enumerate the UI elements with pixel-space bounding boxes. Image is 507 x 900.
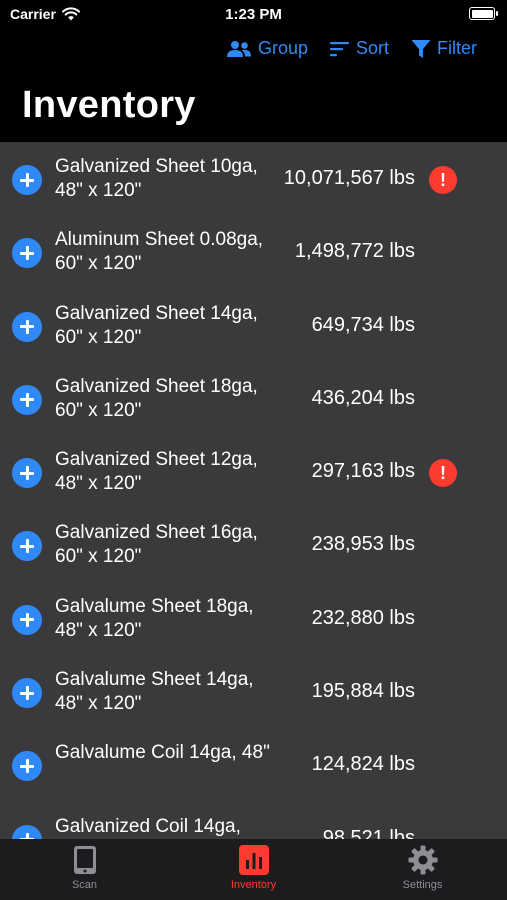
add-icon[interactable] [12,458,42,489]
filter-icon [411,39,431,58]
inventory-row[interactable]: Galvalume Sheet 18ga, 48" x 120" 232,880 … [0,582,507,655]
add-icon[interactable] [12,678,42,709]
bar-chart-icon [238,845,269,875]
tab-inventory-label: Inventory [230,879,277,891]
item-name: Aluminum Sheet 0.08ga, 60" x 120" [55,229,264,275]
inventory-row[interactable]: Galvanized Sheet 12ga, 48" x 120" 297,163… [0,435,507,508]
item-name: Galvanized Sheet 14ga, 60" x 120" [55,302,258,348]
tab-settings[interactable]: Settings [338,839,507,900]
item-name: Galvalume Coil 14ga, 48" [55,742,270,764]
add-icon[interactable] [12,311,42,342]
inventory-row[interactable]: Galvanized Sheet 18ga, 60" x 120" 436,204… [0,362,507,435]
inventory-list[interactable]: Galvanized Sheet 10ga, 48" x 120" 10,071,… [0,142,507,839]
status-bar: Carrier 1:23 PM [0,0,507,30]
item-quantity: 436,204 lbs [311,386,415,409]
nav-actions: Group Sort Filter [226,38,477,59]
add-icon[interactable] [12,751,42,782]
item-quantity: 10,071,567 lbs [283,167,415,189]
sort-icon [329,41,349,56]
item-name: Galvanized Sheet 10ga, 48" x 120" [55,156,258,201]
item-quantity: 297,163 lbs [311,460,415,483]
tab-bar: Scan Inventory Settings [0,839,507,900]
group-label: Group [257,38,308,58]
item-name: Galvanized Sheet 16ga, 60" x 120" [55,522,258,568]
item-name: Galvalume Sheet 18ga, 48" x 120" [55,595,254,641]
item-quantity: 98,521 lbs [322,826,415,839]
people-icon [226,40,251,57]
inventory-row[interactable]: Galvanized Sheet 14ga, 60" x 120" 649,734… [0,289,507,362]
alert-icon[interactable]: ! [429,166,457,194]
inventory-row[interactable]: Galvanized Sheet 10ga, 48" x 120" 10,071,… [0,142,507,215]
add-icon[interactable] [12,824,42,839]
status-time: 1:23 PM [225,6,282,23]
inventory-row[interactable]: Galvalume Sheet 14ga, 48" x 120" 195,884 … [0,655,507,728]
inventory-row[interactable]: Aluminum Sheet 0.08ga, 60" x 120" 1,498,7… [0,215,507,288]
page-title: Inventory [22,84,196,126]
item-quantity: 649,734 lbs [311,313,415,336]
item-quantity: 124,824 lbs [311,753,415,776]
tab-inventory[interactable]: Inventory [169,839,338,900]
battery-icon [469,7,498,20]
add-icon[interactable] [12,165,42,195]
item-quantity: 195,884 lbs [311,680,415,703]
filter-label: Filter [437,38,477,58]
item-quantity: 1,498,772 lbs [294,240,415,263]
add-icon[interactable] [12,531,42,562]
inventory-row[interactable]: Galvanized Coil 14ga, 98,521 lbs [0,802,507,839]
gear-icon [408,845,437,875]
inventory-row[interactable]: Galvalume Coil 14ga, 48" 124,824 lbs [0,728,507,801]
tab-settings-label: Settings [402,879,443,891]
add-icon[interactable] [12,238,42,269]
add-icon[interactable] [12,604,42,635]
alert-icon[interactable]: ! [429,459,457,488]
group-button[interactable]: Group [226,38,308,59]
add-icon[interactable] [12,384,42,415]
item-name: Galvalume Sheet 14ga, 48" x 120" [55,669,254,715]
item-quantity: 238,953 lbs [311,533,415,556]
filter-button[interactable]: Filter [411,38,477,59]
inventory-row[interactable]: Galvanized Sheet 16ga, 60" x 120" 238,953… [0,508,507,581]
tab-scan-label: Scan [71,879,98,891]
item-quantity: 232,880 lbs [311,606,415,629]
item-name: Galvanized Sheet 12ga, 48" x 120" [55,449,258,495]
sort-button[interactable]: Sort [329,38,389,59]
phone-scan-icon [73,846,96,874]
sort-label: Sort [355,38,389,58]
item-name: Galvanized Coil 14ga, [55,815,241,837]
item-name: Galvanized Sheet 18ga, 60" x 120" [55,375,258,421]
tab-scan[interactable]: Scan [0,839,169,900]
